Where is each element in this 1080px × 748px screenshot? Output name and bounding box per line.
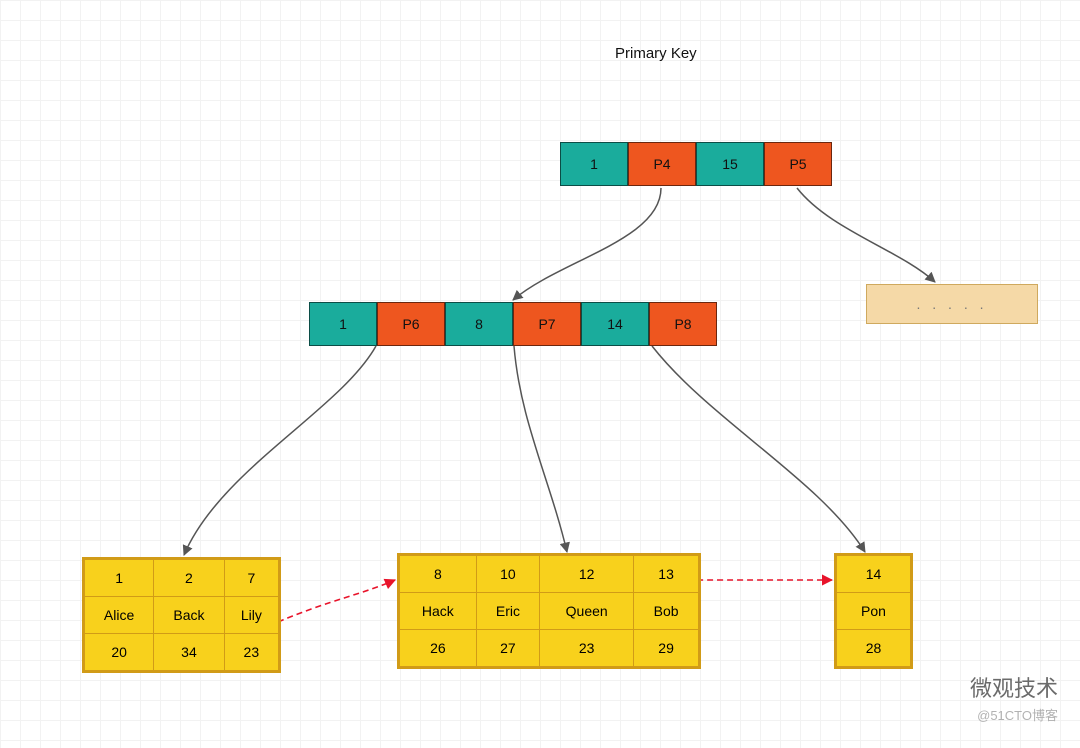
leaf2-r1c1: Eric	[476, 593, 539, 630]
leaf2-r1c2: Queen	[540, 593, 634, 630]
mid-key-2: 14	[581, 302, 649, 346]
root-ptr-0: P4	[628, 142, 696, 186]
root-key-1: 15	[696, 142, 764, 186]
leaf1-r1c2: Lily	[224, 597, 278, 634]
leaf3-r2c0: 28	[837, 630, 911, 667]
leaf1-r1c0: Alice	[85, 597, 154, 634]
diagram-title: Primary Key	[615, 45, 697, 62]
leaf2-r0c2: 12	[540, 556, 634, 593]
mid-node: 1 P6 8 P7 14 P8	[309, 302, 717, 346]
leaf-node-2: 8101213 HackEricQueenBob 26272329	[397, 553, 701, 669]
leaf1-r0c1: 2	[154, 560, 224, 597]
leaf1-r2c2: 23	[224, 634, 278, 671]
leaf2-r2c2: 23	[540, 630, 634, 667]
leaf2-r2c1: 27	[476, 630, 539, 667]
mid-ptr-2: P8	[649, 302, 717, 346]
watermark-line1: 微观技术	[970, 671, 1058, 703]
leaf2-r0c0: 8	[400, 556, 477, 593]
mid-ptr-1: P7	[513, 302, 581, 346]
leaf3-r0c0: 14	[837, 556, 911, 593]
leaf1-r0c0: 1	[85, 560, 154, 597]
leaf-node-1: 127 AliceBackLily 203423	[82, 557, 281, 673]
leaf2-r0c3: 13	[634, 556, 699, 593]
mid-ptr-0: P6	[377, 302, 445, 346]
leaf2-r1c0: Hack	[400, 593, 477, 630]
leaf-node-3: 14 Pon 28	[834, 553, 913, 669]
leaf3-r1c0: Pon	[837, 593, 911, 630]
leaf2-r2c0: 26	[400, 630, 477, 667]
ellipsis-cell: . . . . .	[866, 284, 1038, 324]
leaf2-r2c3: 29	[634, 630, 699, 667]
root-node: 1 P4 15 P5	[560, 142, 832, 186]
leaf1-r2c1: 34	[154, 634, 224, 671]
leaf1-r0c2: 7	[224, 560, 278, 597]
watermark: 微观技术 @51CTO博客	[970, 671, 1058, 724]
watermark-line2: @51CTO博客	[970, 705, 1058, 724]
leaf1-r2c0: 20	[85, 634, 154, 671]
root-key-0: 1	[560, 142, 628, 186]
leaf1-r1c1: Back	[154, 597, 224, 634]
leaf2-r1c3: Bob	[634, 593, 699, 630]
root-ptr-1: P5	[764, 142, 832, 186]
ellipsis-node: . . . . .	[866, 284, 1038, 324]
leaf2-r0c1: 10	[476, 556, 539, 593]
mid-key-1: 8	[445, 302, 513, 346]
mid-key-0: 1	[309, 302, 377, 346]
